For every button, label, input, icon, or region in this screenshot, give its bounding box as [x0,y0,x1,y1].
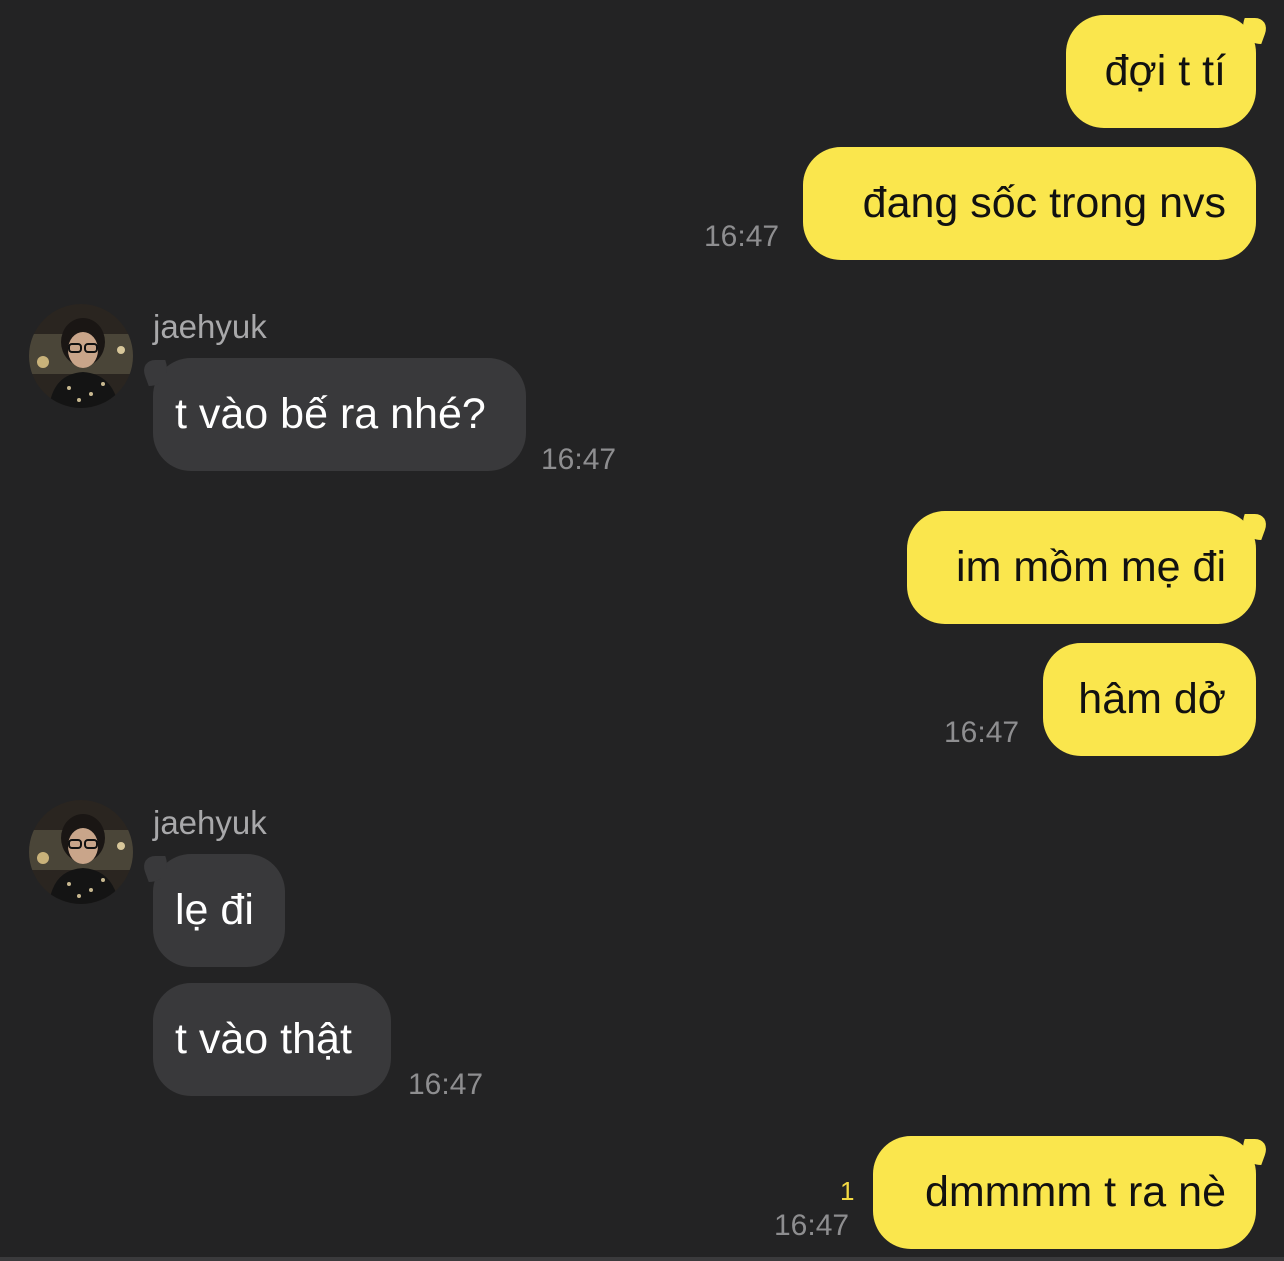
contact-avatar[interactable] [29,304,133,408]
message-text: im mồm mẹ đi [956,543,1226,591]
message-text: t vào thật [175,1015,352,1063]
message-timestamp: 16:47 [944,716,1020,749]
unread-count: 1 [840,1176,855,1206]
incoming-message-bubble[interactable]: t vào bế ra nhé? [153,358,526,471]
sender-name: jaehyuk [153,804,267,841]
message-timestamp: 16:47 [541,443,617,476]
outgoing-message-bubble[interactable]: đợi t tí [1066,15,1256,128]
profile-photo-avatar-icon [29,800,133,904]
message-text: lẹ đi [175,886,254,934]
message-timestamp: 16:47 [704,220,780,253]
outgoing-message-bubble[interactable]: im mồm mẹ đi [907,511,1256,624]
chat-message-list[interactable]: đợi t tí đang sốc trong nvs 16:47 jaehyu… [0,0,1284,1261]
sender-name: jaehyuk [153,308,267,345]
incoming-message-bubble[interactable]: lẹ đi [153,854,285,967]
message-text: t vào bế ra nhé? [175,390,486,438]
profile-photo-avatar-icon [29,304,133,408]
message-text: hâm dở [1078,675,1226,723]
message-text: đợi t tí [1104,47,1226,95]
message-text: dmmmm t ra nè [924,1168,1226,1216]
incoming-message-bubble[interactable]: t vào thật [153,983,391,1096]
contact-avatar[interactable] [29,800,133,904]
outgoing-message-bubble[interactable]: dmmmm t ra nè [873,1136,1256,1249]
message-timestamp: 16:47 [408,1068,484,1101]
divider [0,1257,1284,1261]
message-timestamp: 16:47 [774,1209,850,1242]
outgoing-message-bubble[interactable]: hâm dở [1043,643,1256,756]
outgoing-message-bubble[interactable]: đang sốc trong nvs [803,147,1256,260]
message-text: đang sốc trong nvs [862,179,1226,227]
